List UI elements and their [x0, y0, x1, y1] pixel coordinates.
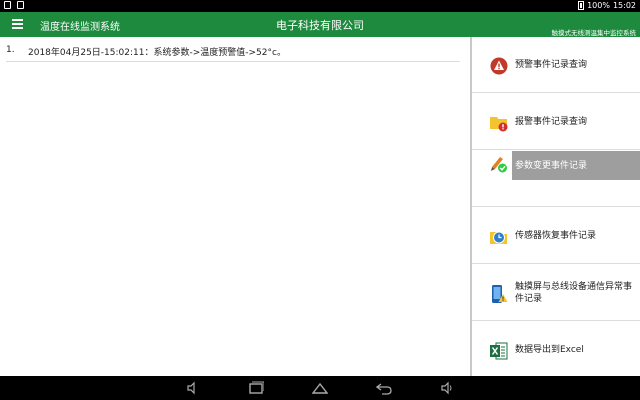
clock: 15:02 [612, 1, 636, 10]
battery-level: 100% [587, 1, 610, 10]
menu-item-sensor-recovery-records[interactable]: 传感器恢复事件记录 [472, 208, 640, 264]
notification-icon [4, 1, 11, 9]
list-item-text: 2018年04月25日-15:02:11：系统参数->温度预警值->52°c。 [28, 48, 286, 58]
alarm-folder-icon [490, 117, 508, 132]
back-icon[interactable] [376, 381, 392, 395]
recent-apps-icon[interactable] [248, 381, 264, 395]
menu-item-alarm-records[interactable]: 报警事件记录查询 [472, 94, 640, 150]
battery-icon [578, 1, 585, 10]
menu-item-label: 传感器恢复事件记录 [515, 231, 597, 241]
clock-folder-icon [490, 231, 507, 244]
volume-up-icon[interactable] [440, 381, 456, 395]
menu-item-warning-records[interactable]: 预警事件记录查询 [472, 37, 640, 93]
menu-item-parameter-change-records[interactable]: 参数变更事件记录 [472, 151, 640, 207]
event-menu: 预警事件记录查询 报警事件记录查询 参数变更事件记录 传感器恢复事件记录 触摸屏… [472, 37, 640, 376]
list-item[interactable]: 1. 2018年04月25日-15:02:11：系统参数->温度预警值->52°… [6, 43, 460, 62]
status-bar: 100% 15:02 [0, 0, 640, 12]
menu-item-label: 预警事件记录查询 [515, 60, 588, 70]
device-warning-icon [492, 285, 508, 303]
event-log-panel: 1. 2018年04月25日-15:02:11：系统参数->温度预警值->52°… [0, 37, 470, 376]
volume-down-icon[interactable] [185, 381, 201, 395]
company-name: 电子科技有限公司 [276, 19, 364, 32]
system-name: 触摸式无线测温集中监控系统 [551, 29, 637, 37]
warning-icon [490, 57, 508, 75]
screenshot-icon [17, 1, 24, 9]
menu-item-label: 数据导出到Excel [515, 345, 584, 355]
list-item-index: 1. [6, 45, 15, 55]
navigation-bar [0, 376, 640, 400]
edit-check-icon [491, 157, 507, 173]
menu-item-communication-error-records[interactable]: 触摸屏与总线设备通信异常事件记录 [472, 265, 640, 321]
menu-item-label: 触摸屏与总线设备通信异常事件记录 [515, 282, 633, 304]
menu-item-label: 参数变更事件记录 [515, 161, 588, 171]
excel-icon [490, 342, 508, 360]
app-bar: 温度在线监测系统 电子科技有限公司 触摸式无线测温集中监控系统 [0, 12, 640, 37]
menu-item-export-excel[interactable]: 数据导出到Excel [472, 322, 640, 378]
home-icon[interactable] [312, 381, 328, 395]
menu-item-label: 报警事件记录查询 [515, 117, 588, 127]
